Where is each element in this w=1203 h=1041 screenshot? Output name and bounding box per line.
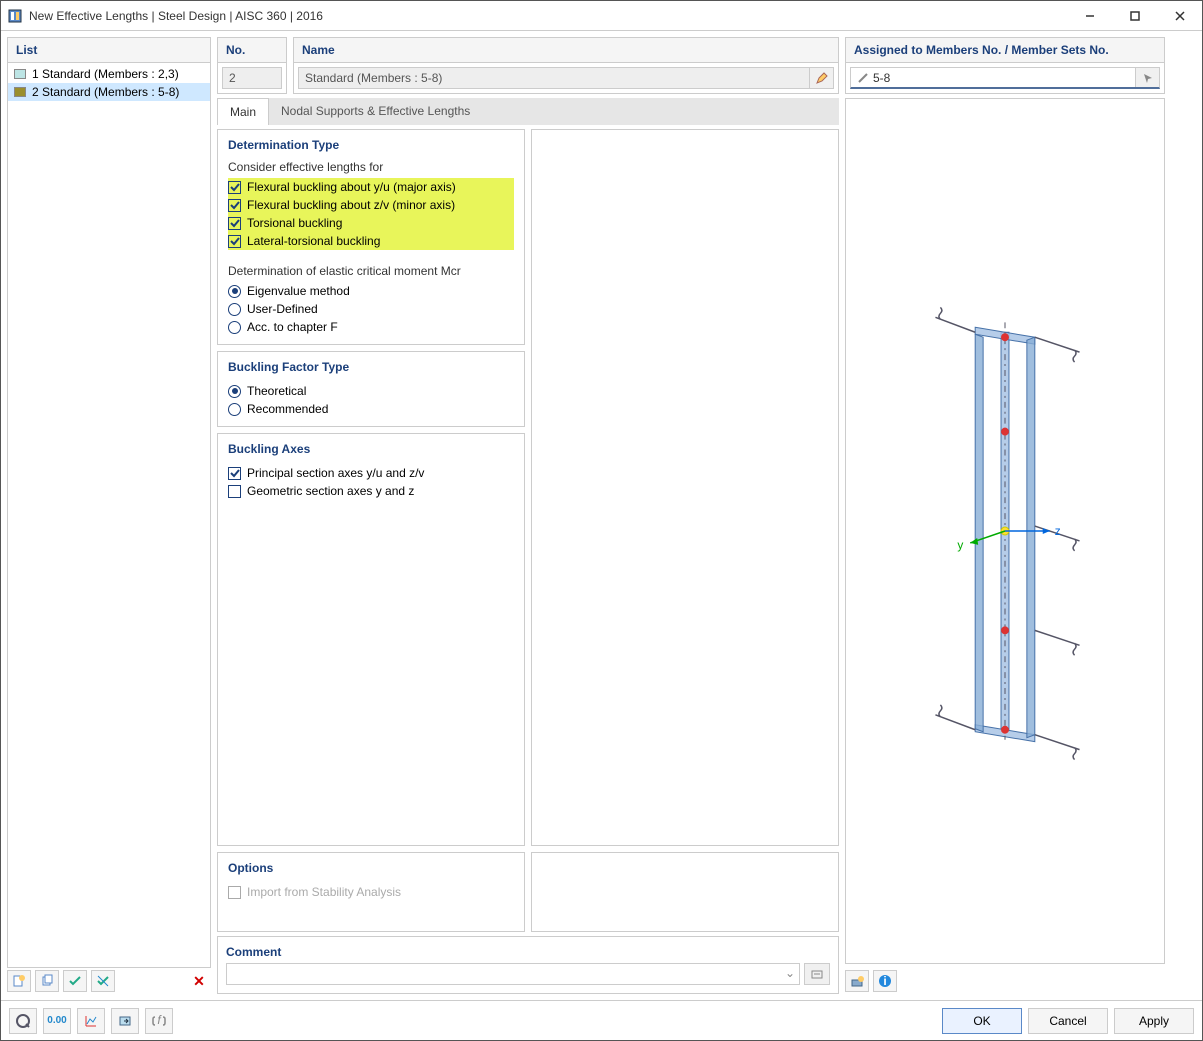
radio-label: User-Defined xyxy=(247,302,318,316)
consider-lengths-label: Consider effective lengths for xyxy=(228,160,514,174)
edit-name-button[interactable] xyxy=(809,68,833,88)
radio-user-defined[interactable] xyxy=(228,303,241,316)
checkbox-import-stability xyxy=(228,886,241,899)
check-label: Lateral-torsional buckling xyxy=(247,234,380,248)
list-header: List xyxy=(8,38,210,63)
comment-group: Comment xyxy=(217,936,839,994)
name-value[interactable]: Standard (Members : 5-8) xyxy=(298,67,834,89)
svg-text:f: f xyxy=(157,1014,162,1027)
radio-label: Acc. to chapter F xyxy=(247,320,338,334)
assigned-label: Assigned to Members No. / Member Sets No… xyxy=(846,38,1164,63)
list-item-label: 1 Standard (Members : 2,3) xyxy=(32,67,179,81)
name-field-group: Name Standard (Members : 5-8) xyxy=(293,37,839,94)
export-button[interactable] xyxy=(111,1008,139,1034)
options-group: Options Import from Stability Analysis xyxy=(217,852,525,932)
checkbox-principal-axes[interactable] xyxy=(228,467,241,480)
delete-button[interactable]: ✕ xyxy=(187,970,211,992)
cancel-button[interactable]: Cancel xyxy=(1028,1008,1108,1034)
tabs: Main Nodal Supports & Effective Lengths xyxy=(217,98,839,125)
preview-settings-button[interactable] xyxy=(845,970,869,992)
checkbox-lateral-torsional[interactable] xyxy=(228,235,241,248)
units-button[interactable]: 0.00 xyxy=(43,1008,71,1034)
assigned-value[interactable]: 5-8 xyxy=(850,67,1160,89)
swatch-icon xyxy=(14,87,26,97)
check-label: Geometric section axes y and z xyxy=(247,484,414,498)
check-label: Import from Stability Analysis xyxy=(247,885,401,899)
graph-button[interactable] xyxy=(77,1008,105,1034)
axes-header: Buckling Axes xyxy=(228,442,514,456)
blank-panel-1 xyxy=(531,129,839,846)
comment-more-button[interactable] xyxy=(804,963,830,985)
assigned-field-group: Assigned to Members No. / Member Sets No… xyxy=(845,37,1165,94)
svg-text:i: i xyxy=(883,974,886,988)
axis-y-label: y xyxy=(957,538,963,552)
no-field-group: No. 2 xyxy=(217,37,287,94)
window-title: New Effective Lengths | Steel Design | A… xyxy=(29,9,1067,23)
checkbox-flex-zv[interactable] xyxy=(228,199,241,212)
name-label: Name xyxy=(294,38,838,63)
uncheck-all-button[interactable] xyxy=(91,970,115,992)
radio-label: Recommended xyxy=(247,402,328,416)
pick-members-button[interactable] xyxy=(1135,68,1159,87)
list-panel: List 1 Standard (Members : 2,3) 2 Standa… xyxy=(7,37,211,968)
check-all-button[interactable] xyxy=(63,970,87,992)
assigned-text: 5-8 xyxy=(873,71,890,85)
radio-chapter-f[interactable] xyxy=(228,321,241,334)
check-label: Principal section axes y/u and z/v xyxy=(247,466,424,480)
tab-main[interactable]: Main xyxy=(217,98,269,125)
axis-z-label: z xyxy=(1055,524,1061,538)
name-text: Standard (Members : 5-8) xyxy=(305,71,442,85)
blank-panel-2 xyxy=(531,852,839,932)
help-button[interactable] xyxy=(9,1008,37,1034)
radio-eigenvalue[interactable] xyxy=(228,285,241,298)
preview-toolbar: i xyxy=(845,968,1165,994)
options-header: Options xyxy=(228,861,514,875)
radio-theoretical[interactable] xyxy=(228,385,241,398)
tab-nodal-supports[interactable]: Nodal Supports & Effective Lengths xyxy=(269,98,482,125)
apply-button[interactable]: Apply xyxy=(1114,1008,1194,1034)
preview-info-button[interactable]: i xyxy=(873,970,897,992)
script-button[interactable]: f xyxy=(145,1008,173,1034)
radio-label: Theoretical xyxy=(247,384,306,398)
list-toolbar: ✕ xyxy=(7,968,211,994)
close-button[interactable] xyxy=(1157,1,1202,31)
list-item-label: 2 Standard (Members : 5-8) xyxy=(32,85,179,99)
maximize-button[interactable] xyxy=(1112,1,1157,31)
checkbox-flex-yu[interactable] xyxy=(228,181,241,194)
no-value[interactable]: 2 xyxy=(222,67,282,89)
comment-input[interactable] xyxy=(226,963,800,985)
determination-header: Determination Type xyxy=(228,138,514,152)
factor-header: Buckling Factor Type xyxy=(228,360,514,374)
checkbox-geometric-axes[interactable] xyxy=(228,485,241,498)
comment-header: Comment xyxy=(226,945,830,959)
buckling-factor-group: Buckling Factor Type Theoretical Recomme… xyxy=(217,351,525,427)
copy-button[interactable] xyxy=(35,970,59,992)
buckling-axes-group: Buckling Axes Principal section axes y/u… xyxy=(217,433,525,846)
list-item[interactable]: 1 Standard (Members : 2,3) xyxy=(8,65,210,83)
new-button[interactable] xyxy=(7,970,31,992)
determination-type-group: Determination Type Consider effective le… xyxy=(217,129,525,345)
checkbox-torsional[interactable] xyxy=(228,217,241,230)
check-label: Flexural buckling about y/u (major axis) xyxy=(247,180,456,194)
check-label: Flexural buckling about z/v (minor axis) xyxy=(247,198,455,212)
titlebar: New Effective Lengths | Steel Design | A… xyxy=(1,1,1202,31)
minimize-button[interactable] xyxy=(1067,1,1112,31)
check-label: Torsional buckling xyxy=(247,216,342,230)
mcr-label: Determination of elastic critical moment… xyxy=(228,264,514,278)
ok-button[interactable]: OK xyxy=(942,1008,1022,1034)
list-item[interactable]: 2 Standard (Members : 5-8) xyxy=(8,83,210,101)
no-label: No. xyxy=(218,38,286,63)
radio-recommended[interactable] xyxy=(228,403,241,416)
app-icon xyxy=(7,8,23,24)
radio-label: Eigenvalue method xyxy=(247,284,350,298)
member-icon xyxy=(857,72,869,84)
footer: 0.00 f OK Cancel Apply xyxy=(1,1000,1202,1040)
swatch-icon xyxy=(14,69,26,79)
preview-3d[interactable]: z y xyxy=(845,98,1165,964)
